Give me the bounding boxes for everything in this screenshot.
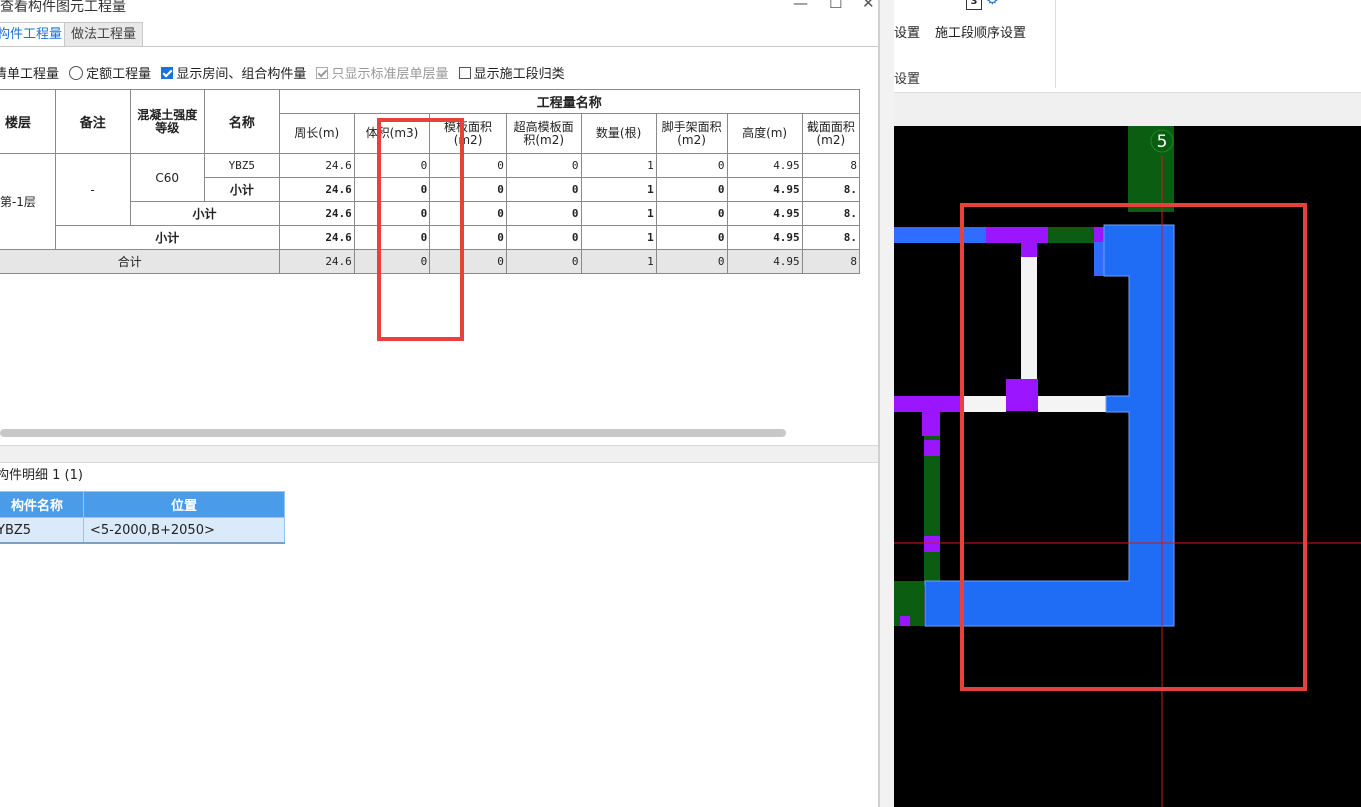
value-cell: 8. [801,225,861,250]
value-cell: 4.95 [726,177,803,202]
ribbon-sequence-button[interactable]: 施工段顺序设置 [935,22,1026,41]
value-cell: 4.95 [726,249,803,274]
radio-qingdan-label[interactable]: 清单工程量 [0,67,59,82]
value-cell: 0 [655,201,728,226]
splitter[interactable] [0,445,878,463]
tab-divider [0,46,878,47]
detail-name-cell: YBZ5 [0,517,84,544]
ribbon-setting-button[interactable]: 设置 [894,22,920,41]
value-cell: 0 [505,225,582,250]
header-perimeter[interactable]: 周长(m) [278,113,355,154]
value-cell: 8 [801,249,861,274]
close-button[interactable]: ✕ [862,0,875,12]
tab-component-quantity[interactable]: 构件工程量 [0,22,70,46]
axis-label: 5 [1157,132,1168,152]
purple-stub [922,396,940,436]
concrete-cell: C60 [129,153,206,202]
value-cell: 0 [505,177,582,202]
show-room-checkbox[interactable] [161,66,174,79]
floor-cell: 第-1层 [0,153,56,250]
value-cell: 4.95 [726,153,803,178]
table-row[interactable]: YBZ5 <5-2000,B+2050> [0,517,285,544]
stage-icon[interactable]: 3 [966,0,982,10]
value-cell: 1 [580,249,657,274]
construction-checkbox[interactable] [458,66,471,79]
header-concrete[interactable]: 混凝土强度等级 [129,89,206,154]
value-cell: 0 [655,225,728,250]
value-cell: 1 [580,153,657,178]
value-cell: 0 [505,201,582,226]
ribbon-strip [894,92,1361,126]
detail-col-name[interactable]: 构件名称 [0,491,84,518]
value-cell: 0 [655,153,728,178]
value-cell: 1 [580,225,657,250]
detail-header: 构件明细 1 (1) [0,468,83,483]
std-floor-checkbox [316,66,329,79]
value-cell: 4.95 [726,225,803,250]
subtotal-label: 小计 [129,201,280,226]
header-count[interactable]: 数量(根) [580,113,657,154]
show-room-label[interactable]: 显示房间、组合构件量 [176,67,306,82]
header-quantity-group: 工程量名称 [278,89,861,114]
horizontal-scrollbar[interactable] [0,429,786,437]
header-floor[interactable]: 楼层 [0,89,56,154]
value-cell: 24.6 [278,249,355,274]
subtotal-label: 小计 [54,225,280,250]
header-high-formwork[interactable]: 超高模板面积(m2) [505,113,582,154]
header-scaffold[interactable]: 脚手架面积(m2) [655,113,728,154]
detail-table: 构件名称 位置 YBZ5 <5-2000,B+2050> [0,491,285,544]
subtotal-label: 小计 [204,177,280,202]
value-cell: 1 [580,177,657,202]
green-column [924,436,940,586]
value-cell: 8 [801,153,861,178]
std-floor-label: 只显示标准层单层量 [331,67,449,82]
options-bar: 清单工程量 定额工程量 显示房间、组合构件量 只显示标准层单层量 显示施工段归类 [0,63,565,83]
value-cell: 0 [655,249,728,274]
value-cell: 8. [801,201,861,226]
value-cell: 0 [505,153,582,178]
value-cell: 24.6 [278,177,355,202]
purple-marker [924,536,940,552]
maximize-button[interactable]: ☐ [829,0,842,12]
header-note[interactable]: 备注 [54,89,131,154]
value-cell: 0 [505,249,582,274]
radio-dinge-button[interactable] [69,65,84,80]
quantity-dialog: 查看构件图元工程量 — ☐ ✕ 构件工程量 做法工程量 清单工程量 定额工程量 … [0,0,880,807]
value-cell: 8. [801,177,861,202]
highlight-box [960,203,1307,691]
gear-icon[interactable]: ⚙ [986,0,999,8]
header-section-area[interactable]: 截面面积(m2) [801,113,861,154]
minimize-button[interactable]: — [793,0,808,12]
radio-dinge-label[interactable]: 定额工程量 [86,67,151,82]
value-cell: 24.6 [278,153,355,178]
value-cell: 1 [580,201,657,226]
highlight-box [377,118,464,341]
total-label: 合计 [0,249,280,274]
ribbon: 3 ⚙ 设置 施工段顺序设置 设置 [894,0,1361,92]
purple-marker [924,440,940,456]
ribbon-group-label: 设置 [894,72,921,87]
value-cell: 24.6 [278,225,355,250]
name-cell: YBZ5 [204,153,280,178]
construction-label[interactable]: 显示施工段归类 [474,67,565,82]
ribbon-separator [1055,0,1056,88]
value-cell: 4.95 [726,201,803,226]
value-cell: 24.6 [278,201,355,226]
purple-marker [900,616,910,626]
tab-method-quantity[interactable]: 做法工程量 [64,22,144,47]
dialog-title: 查看构件图元工程量 [0,0,126,15]
header-name[interactable]: 名称 [204,89,280,154]
value-cell: 0 [655,177,728,202]
detail-col-position[interactable]: 位置 [83,491,285,518]
header-height[interactable]: 高度(m) [726,113,803,154]
window-gap [880,0,894,807]
note-cell: - [54,153,131,226]
detail-position-cell: <5-2000,B+2050> [83,517,285,544]
